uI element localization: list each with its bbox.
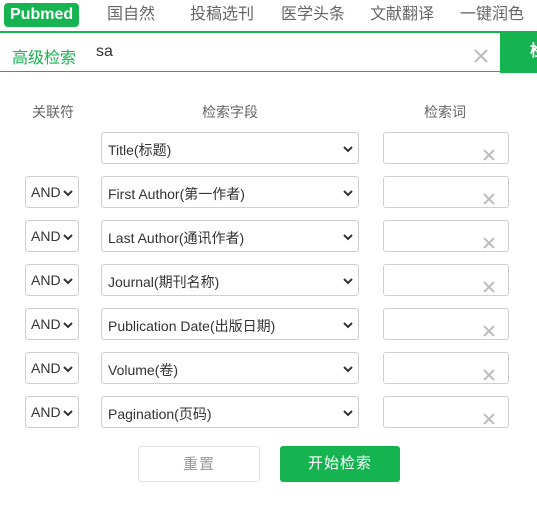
relation-value: AND bbox=[31, 404, 61, 420]
reset-button[interactable]: 重置 bbox=[138, 446, 260, 482]
chevron-down-icon bbox=[343, 146, 353, 153]
relation-select[interactable]: AND bbox=[25, 220, 79, 252]
chevron-down-icon bbox=[343, 234, 353, 241]
chevron-down-icon bbox=[63, 366, 73, 373]
term-input-box bbox=[383, 220, 509, 252]
term-input-box bbox=[383, 396, 509, 428]
term-input-box bbox=[383, 352, 509, 384]
chevron-down-icon bbox=[63, 322, 73, 329]
chevron-down-icon bbox=[63, 410, 73, 417]
close-icon[interactable] bbox=[481, 147, 497, 163]
close-icon[interactable] bbox=[481, 411, 497, 427]
relation-select[interactable]: AND bbox=[25, 308, 79, 340]
field-select[interactable]: Journal(期刊名称) bbox=[101, 264, 359, 296]
field-value: Pagination(页码) bbox=[108, 406, 212, 422]
term-input-box bbox=[383, 176, 509, 208]
term-input-box bbox=[383, 132, 509, 164]
chevron-down-icon bbox=[343, 366, 353, 373]
term-input[interactable] bbox=[384, 309, 480, 339]
field-select[interactable]: Volume(卷) bbox=[101, 352, 359, 384]
field-value: Title(标题) bbox=[108, 142, 172, 158]
tab-journal-selection[interactable]: 投稿选刊 bbox=[190, 0, 254, 30]
close-icon[interactable] bbox=[481, 367, 497, 383]
tab-polishing[interactable]: 一键润色 bbox=[460, 0, 524, 30]
term-input[interactable] bbox=[384, 221, 480, 251]
relation-header: 关联符 bbox=[32, 104, 74, 120]
close-icon[interactable] bbox=[481, 191, 497, 207]
term-input[interactable] bbox=[384, 133, 480, 163]
relation-value: AND bbox=[31, 228, 61, 244]
start-search-button[interactable]: 开始检索 bbox=[280, 446, 400, 482]
tab-translation[interactable]: 文献翻译 bbox=[370, 0, 434, 30]
relation-select[interactable]: AND bbox=[25, 176, 79, 208]
term-input[interactable] bbox=[384, 397, 480, 427]
field-value: Volume(卷) bbox=[108, 362, 179, 378]
relation-value: AND bbox=[31, 184, 61, 200]
chevron-down-icon bbox=[63, 278, 73, 285]
term-input-box bbox=[383, 264, 509, 296]
tab-nsfc[interactable]: 国自然 bbox=[107, 0, 155, 30]
close-icon[interactable] bbox=[472, 47, 490, 65]
top-tab-bar: Pubmed 国自然 投稿选刊 医学头条 文献翻译 一键润色 bbox=[0, 0, 537, 30]
tab-pubmed[interactable]: Pubmed bbox=[4, 3, 80, 27]
relation-value: AND bbox=[31, 316, 61, 332]
tab-medical-headlines[interactable]: 医学头条 bbox=[281, 0, 345, 30]
term-header: 检索词 bbox=[424, 104, 466, 120]
chevron-down-icon bbox=[343, 278, 353, 285]
chevron-down-icon bbox=[343, 190, 353, 197]
close-icon[interactable] bbox=[481, 279, 497, 295]
chevron-down-icon bbox=[343, 410, 353, 417]
relation-value: AND bbox=[31, 360, 61, 376]
chevron-down-icon bbox=[343, 322, 353, 329]
search-bar: 高级检索 检 bbox=[0, 31, 537, 73]
term-input[interactable] bbox=[384, 353, 480, 383]
relation-value: AND bbox=[31, 272, 61, 288]
search-button[interactable]: 检 bbox=[500, 31, 537, 73]
close-icon[interactable] bbox=[481, 235, 497, 251]
field-value: First Author(第一作者) bbox=[108, 186, 245, 202]
relation-select[interactable]: AND bbox=[25, 352, 79, 384]
relation-select[interactable]: AND bbox=[25, 264, 79, 296]
field-select[interactable]: Last Author(通讯作者) bbox=[101, 220, 359, 252]
close-icon[interactable] bbox=[481, 323, 497, 339]
advanced-search-link[interactable]: 高级检索 bbox=[12, 44, 76, 68]
relation-select[interactable]: AND bbox=[25, 396, 79, 428]
term-input-box bbox=[383, 308, 509, 340]
term-input[interactable] bbox=[384, 177, 480, 207]
field-select[interactable]: First Author(第一作者) bbox=[101, 176, 359, 208]
field-value: Publication Date(出版日期) bbox=[108, 318, 276, 334]
field-value: Last Author(通讯作者) bbox=[108, 230, 245, 246]
field-value: Journal(期刊名称) bbox=[108, 274, 220, 290]
field-select[interactable]: Pagination(页码) bbox=[101, 396, 359, 428]
field-select[interactable]: Publication Date(出版日期) bbox=[101, 308, 359, 340]
field-select[interactable]: Title(标题) bbox=[101, 132, 359, 164]
chevron-down-icon bbox=[63, 190, 73, 197]
field-header: 检索字段 bbox=[202, 104, 258, 120]
search-input[interactable] bbox=[90, 37, 470, 67]
chevron-down-icon bbox=[63, 234, 73, 241]
term-input[interactable] bbox=[384, 265, 480, 295]
